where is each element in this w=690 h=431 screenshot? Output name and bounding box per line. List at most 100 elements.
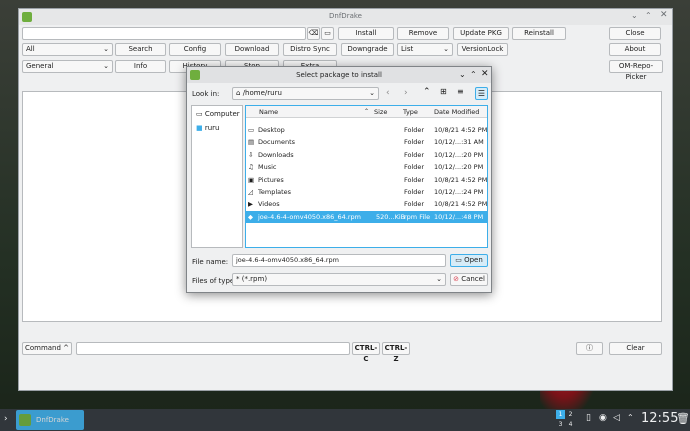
file-list: Name ⌃ Size Type Date Modified ▭ Desktop F…	[245, 105, 488, 248]
list-view-icon[interactable]: ≡	[457, 87, 464, 96]
filter-list-value: List	[401, 45, 414, 53]
music-icon: ♫	[248, 163, 254, 172]
install-button[interactable]: Install	[338, 27, 394, 40]
minimize-icon[interactable]: ⌄	[631, 11, 638, 20]
update-pkg-button[interactable]: Update PKG	[453, 27, 509, 40]
file-row[interactable]: ◿ Templates Folder 10/12/...:24 PM	[246, 186, 487, 198]
new-folder-icon[interactable]: ⊞	[440, 87, 447, 96]
trash-icon[interactable]: 🗑	[676, 412, 690, 425]
column-header-name[interactable]: Name	[259, 106, 278, 118]
maximize-icon[interactable]: ⌃	[470, 70, 477, 79]
open-button[interactable]: ▭ Open	[450, 254, 488, 267]
window-titlebar: DnfDrake ⌄ ⌃ ✕	[19, 9, 672, 25]
pager-desktop-4[interactable]: 4	[566, 420, 575, 429]
command-button[interactable]: Command ^	[22, 342, 72, 355]
config-button[interactable]: Config	[169, 43, 221, 56]
taskbar-task-dnfdrake[interactable]: DnfDrake	[16, 410, 84, 430]
minimize-icon[interactable]: ⌄	[459, 70, 466, 79]
forward-icon[interactable]: ›	[404, 88, 408, 98]
chevron-down-icon: ⌄	[436, 275, 442, 283]
file-row[interactable]: ⇩ Downloads Folder 10/12/...:20 PM	[246, 149, 487, 161]
open-label: Open	[464, 256, 483, 264]
downgrade-button[interactable]: Downgrade	[341, 43, 394, 56]
open-folder-icon: ▭	[455, 256, 462, 264]
file-row[interactable]: ♫ Music Folder 10/12/...:20 PM	[246, 161, 487, 173]
downloads-icon: ⇩	[248, 150, 254, 159]
filter-all-select[interactable]: All ⌄	[22, 43, 113, 56]
file-row[interactable]: ▤ Documents Folder 10/12/...:31 AM	[246, 136, 487, 148]
file-type: Folder	[404, 200, 425, 209]
file-date: 10/12/...:24 PM	[434, 188, 484, 196]
chevron-down-icon: ⌄	[103, 62, 109, 70]
cancel-label: Cancel	[461, 275, 485, 283]
close-button[interactable]: Close	[609, 27, 661, 40]
close-window-icon[interactable]: ✕	[660, 10, 668, 20]
places-item-ruru[interactable]: ■ ruru	[196, 124, 220, 132]
pager-desktop-2[interactable]: 2	[566, 410, 575, 419]
column-header-size[interactable]: Size	[374, 106, 387, 118]
clear-button[interactable]: Clear	[609, 342, 662, 355]
search-button[interactable]: Search	[115, 43, 166, 56]
file-name-input[interactable]: joe-4.6-4-omv4050.x86_64.rpm	[232, 254, 446, 267]
places-item-computer[interactable]: ▭ Computer	[196, 110, 240, 118]
files-of-type-select[interactable]: * (*.rpm) ⌄	[232, 273, 446, 286]
select-package-dialog: Select package to install ⌄ ⌃ ✕ Look in:…	[186, 66, 492, 293]
info-button[interactable]: Info	[115, 60, 166, 73]
filter-list-select[interactable]: List ⌄	[397, 43, 453, 56]
clock[interactable]: 12:55	[641, 411, 678, 426]
parent-dir-icon[interactable]: ⌃	[423, 87, 431, 97]
pager-desktop-3[interactable]: 3	[556, 420, 565, 429]
backspace-icon: ⌫	[308, 29, 319, 37]
file-date: 10/12/...:20 PM	[434, 150, 484, 159]
distro-sync-button[interactable]: Distro Sync	[283, 43, 337, 56]
filter-general-select[interactable]: General ⌄	[22, 60, 113, 73]
desktop-icon: ▭	[248, 126, 255, 134]
file-row[interactable]: ▭ Desktop Folder 10/8/21 4:52 PM	[246, 124, 487, 136]
file-name: Templates	[258, 188, 292, 196]
download-button[interactable]: Download	[225, 43, 279, 56]
file-name-label: File name:	[192, 258, 229, 266]
detail-view-icon[interactable]: ☰	[475, 87, 488, 100]
search-input[interactable]	[22, 27, 306, 40]
close-dialog-icon[interactable]: ✕	[481, 69, 489, 79]
ctrl-c-button[interactable]: CTRL-C	[352, 342, 380, 363]
places-item-label: ruru	[204, 124, 220, 132]
file-list-header: Name ⌃ Size Type Date Modified	[246, 106, 487, 119]
maximize-icon[interactable]: ⌃	[645, 11, 652, 20]
chevron-down-icon: ⌄	[103, 45, 109, 53]
clear-search-button[interactable]: ⌫	[307, 27, 320, 40]
remove-button[interactable]: Remove	[397, 27, 449, 40]
file-type: Folder	[404, 175, 425, 184]
command-input[interactable]	[76, 342, 350, 355]
reinstall-button[interactable]: Reinstall	[512, 27, 566, 40]
om-repo-picker-button[interactable]: OM-Repo-Picker	[609, 60, 663, 81]
versionlock-button[interactable]: VersionLock	[457, 43, 508, 56]
file-type: rpm File	[404, 212, 431, 221]
file-row[interactable]: ▣ Pictures Folder 10/8/21 4:52 PM	[246, 174, 487, 186]
virtual-desktop-pager[interactable]: 1 2 3 4	[556, 410, 576, 430]
file-row[interactable]: ◆ joe-4.6-4-omv4050.x86_64.rpm 520...KiB rp…	[246, 210, 487, 224]
app-launcher-icon[interactable]: ›	[4, 414, 8, 424]
back-icon[interactable]: ‹	[386, 88, 390, 98]
file-name: Pictures	[258, 175, 284, 184]
cancel-button[interactable]: ⊘ Cancel	[450, 273, 488, 286]
look-in-select[interactable]: ⌂ /home/ruru ⌄	[232, 87, 379, 100]
pager-desktop-1[interactable]: 1	[556, 410, 565, 419]
tray-expand-icon[interactable]: ⌃	[627, 413, 634, 422]
volume-icon[interactable]: ◁	[613, 413, 620, 423]
clipboard-icon[interactable]: ▯	[586, 413, 591, 423]
file-row[interactable]: ▶ Videos Folder 10/8/21 4:52 PM	[246, 198, 487, 210]
notifications-icon[interactable]: ◉	[599, 413, 607, 423]
documents-icon: ▤	[248, 138, 255, 147]
column-header-date[interactable]: Date Modified	[434, 106, 479, 118]
taskbar-task-label: DnfDrake	[36, 416, 69, 424]
about-button[interactable]: About	[609, 43, 661, 56]
file-type: Folder	[404, 138, 425, 147]
window-title: DnfDrake	[329, 12, 362, 20]
pictures-icon: ▣	[248, 175, 255, 184]
computer-icon: ▭	[196, 110, 203, 118]
ctrl-z-button[interactable]: CTRL-Z	[382, 342, 410, 363]
info-circle-button[interactable]: ⓘ	[576, 342, 603, 355]
open-file-button[interactable]: ▭	[321, 27, 334, 40]
column-header-type[interactable]: Type	[403, 106, 418, 118]
